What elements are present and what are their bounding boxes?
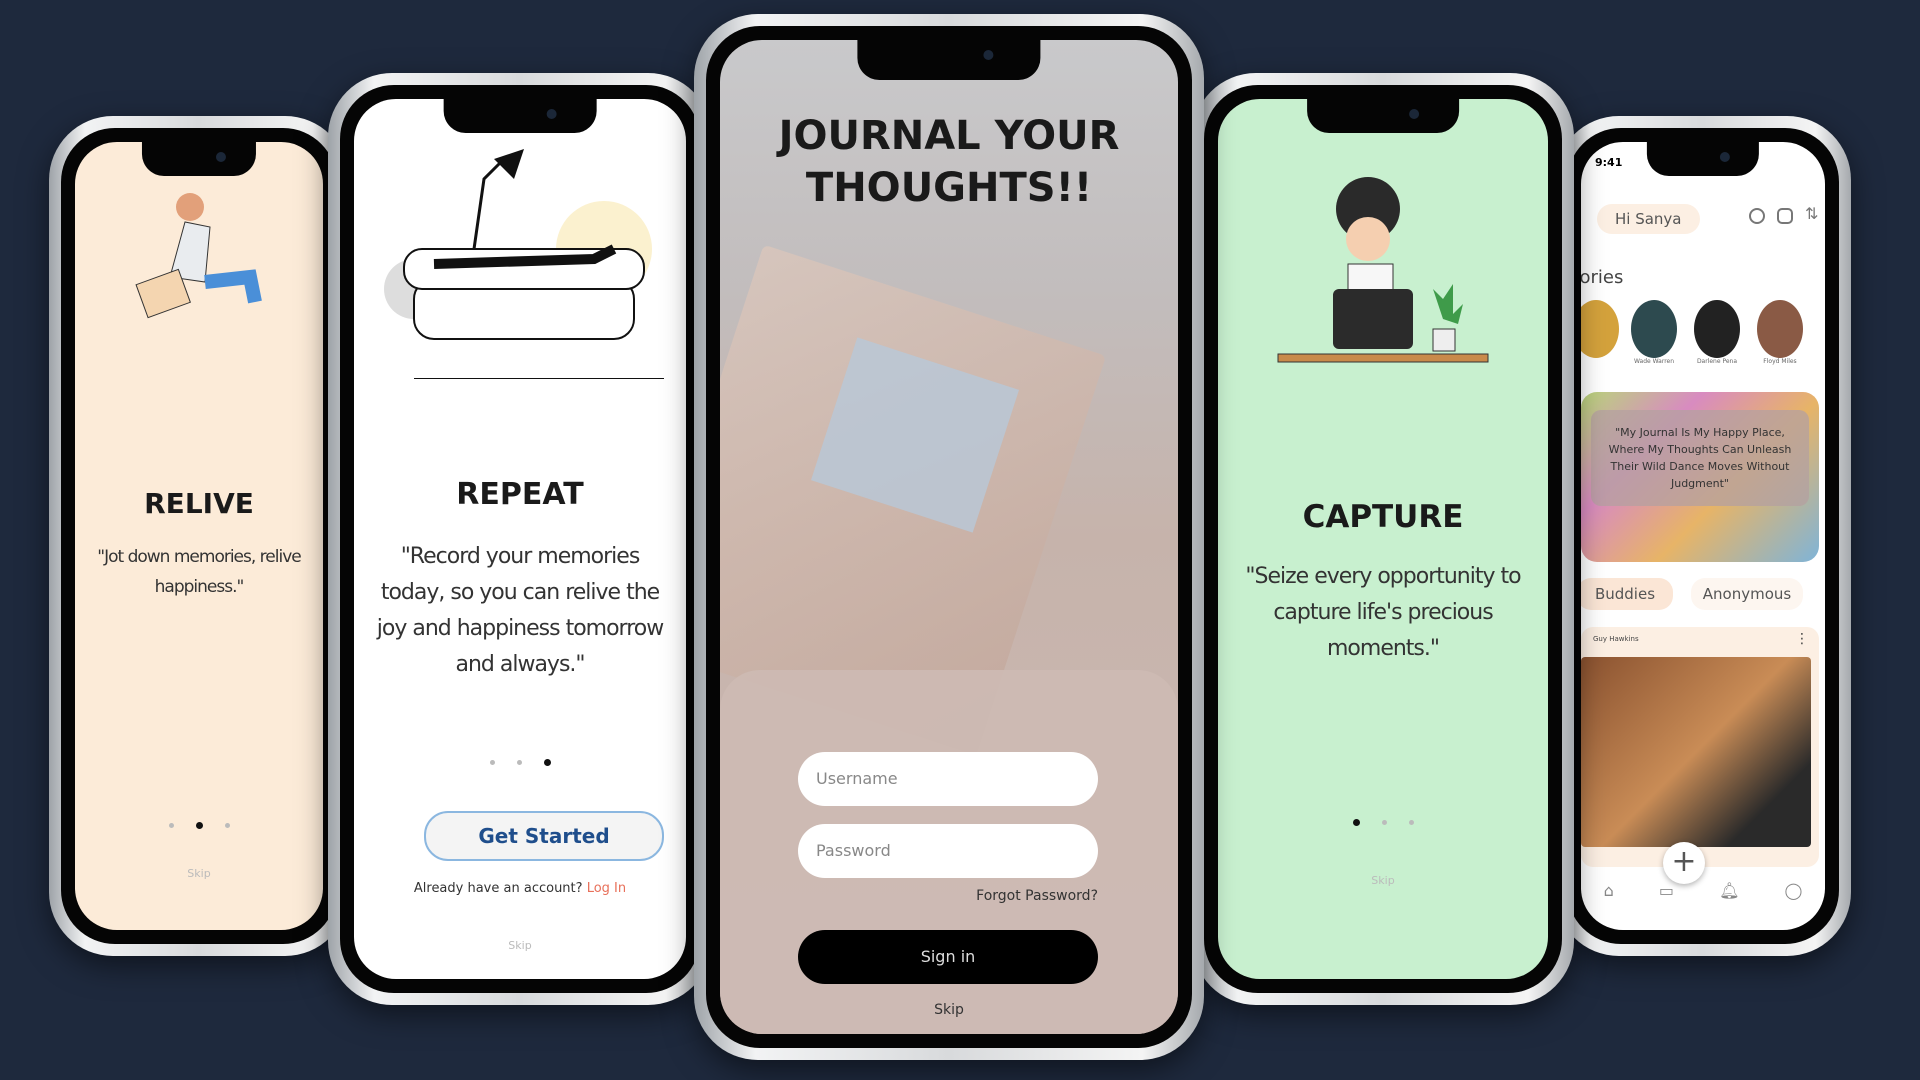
notch [443, 99, 597, 133]
quote-capture: "Seize every opportunity to capture life… [1245, 564, 1521, 661]
story-avatar[interactable] [1757, 300, 1803, 358]
post-card[interactable]: Guy Hawkins ⋮ [1581, 627, 1819, 867]
phone-repeat: REPEAT "Record your memories today, so y… [328, 73, 712, 1005]
phone-relive: RELIVE "Jot down memories, relive happin… [49, 116, 349, 956]
story-item[interactable]: Wade Warren [1631, 300, 1682, 365]
post-author: Guy Hawkins [1593, 635, 1639, 643]
stories-row: Wade Warren Darlene Pena Floyd Miles [1581, 300, 1808, 365]
more-options-icon[interactable]: ⋮ [1795, 631, 1809, 647]
home-icon[interactable]: ⌂ [1604, 881, 1614, 900]
forgot-password-link[interactable]: Forgot Password? [976, 888, 1098, 904]
title-capture: CAPTURE [1302, 499, 1464, 535]
dot[interactable] [489, 760, 495, 765]
page-indicator[interactable] [1218, 819, 1548, 826]
skip-link[interactable]: Skip [1218, 874, 1548, 887]
login-link[interactable]: Log In [587, 881, 626, 896]
skip-link[interactable]: Skip [720, 1002, 1178, 1018]
story-avatar[interactable] [1581, 300, 1619, 358]
screen-relive: RELIVE "Jot down memories, relive happin… [75, 142, 323, 930]
story-name: Darlene Pena [1696, 358, 1738, 365]
dot[interactable] [1381, 820, 1387, 825]
story-name: Wade Warren [1633, 358, 1675, 365]
story-avatar[interactable] [1694, 300, 1740, 358]
phone-login: JOURNAL YOUR THOUGHTS!! Username Passwor… [694, 14, 1204, 1060]
quote-relive: "Jot down memories, relive happiness." [97, 547, 301, 597]
screen-repeat: REPEAT "Record your memories today, so y… [354, 99, 686, 979]
post-photo [1581, 657, 1811, 847]
status-time: 9:41 [1595, 156, 1623, 169]
account-prompt: Already have an account? [413, 881, 583, 896]
bezel: 9:41 Hi Sanya ⇅ Stories Wade Warren Darl… [1567, 128, 1839, 944]
screen-capture: CAPTURE "Seize every opportunity to capt… [1218, 99, 1548, 979]
add-button[interactable]: + [1663, 842, 1705, 884]
dot-active[interactable] [1352, 819, 1360, 826]
dot[interactable] [168, 823, 174, 828]
notch [1646, 142, 1760, 176]
skip-link[interactable]: Skip [354, 939, 686, 952]
tab-anonymous[interactable]: Anonymous [1691, 578, 1803, 610]
phone-home: 9:41 Hi Sanya ⇅ Stories Wade Warren Darl… [1555, 116, 1851, 956]
title-repeat: REPEAT [456, 477, 584, 512]
notch [141, 142, 257, 176]
sign-in-button[interactable]: Sign in [798, 930, 1098, 984]
phone-capture: CAPTURE "Seize every opportunity to capt… [1192, 73, 1574, 1005]
screen-home: 9:41 Hi Sanya ⇅ Stories Wade Warren Darl… [1581, 142, 1825, 930]
bezel: REPEAT "Record your memories today, so y… [340, 85, 700, 993]
page-indicator[interactable] [75, 822, 323, 829]
greeting-chip[interactable]: Hi Sanya [1597, 204, 1700, 234]
quote-banner[interactable]: "My Journal Is My Happy Place, Where My … [1581, 392, 1819, 562]
password-input[interactable]: Password [798, 824, 1098, 878]
search-icon[interactable] [1749, 208, 1765, 224]
page-indicator[interactable] [354, 759, 686, 766]
illustration-girl-with-laptop [1277, 177, 1489, 363]
heading: JOURNAL YOUR THOUGHTS!! [778, 113, 1120, 211]
notch [1307, 99, 1459, 133]
skip-link[interactable]: Skip [75, 867, 323, 880]
notch [857, 40, 1041, 80]
tab-buddies[interactable]: Buddies [1581, 578, 1673, 610]
account-row: Already have an account? Log In [354, 881, 686, 896]
username-input[interactable]: Username [798, 752, 1098, 806]
bell-icon[interactable]: 🔔︎ [1719, 881, 1739, 900]
screen-login: JOURNAL YOUR THOUGHTS!! Username Passwor… [720, 40, 1178, 1034]
story-item[interactable]: Floyd Miles [1757, 300, 1808, 365]
chat-icon[interactable] [1777, 208, 1793, 224]
dot-active[interactable] [543, 759, 551, 766]
bezel: RELIVE "Jot down memories, relive happin… [61, 128, 337, 944]
stories-label: Stories [1581, 267, 1624, 288]
banner-quote: "My Journal Is My Happy Place, Where My … [1591, 410, 1809, 506]
calendar-icon[interactable]: ▭ [1659, 881, 1674, 900]
title-relive: RELIVE [144, 487, 254, 520]
quote-repeat: "Record your memories today, so you can … [376, 544, 664, 677]
illustration-person-on-sofa [384, 149, 664, 379]
profile-icon[interactable]: ◯ [1785, 881, 1803, 900]
bottom-nav: ⌂ ▭ 🔔︎ ◯ [1581, 881, 1825, 900]
dot[interactable] [1408, 820, 1414, 825]
dot[interactable] [224, 823, 230, 828]
bezel: JOURNAL YOUR THOUGHTS!! Username Passwor… [706, 26, 1192, 1048]
illustration-person-writing [135, 193, 262, 319]
sort-icon[interactable]: ⇅ [1805, 204, 1818, 223]
get-started-button[interactable]: Get Started [424, 811, 664, 861]
story-name: Floyd Miles [1763, 358, 1797, 365]
story-item[interactable]: Darlene Pena [1694, 300, 1745, 365]
dot[interactable] [516, 760, 522, 765]
bezel: CAPTURE "Seize every opportunity to capt… [1204, 85, 1562, 993]
dot-active[interactable] [195, 822, 203, 829]
story-avatar[interactable] [1631, 300, 1677, 358]
